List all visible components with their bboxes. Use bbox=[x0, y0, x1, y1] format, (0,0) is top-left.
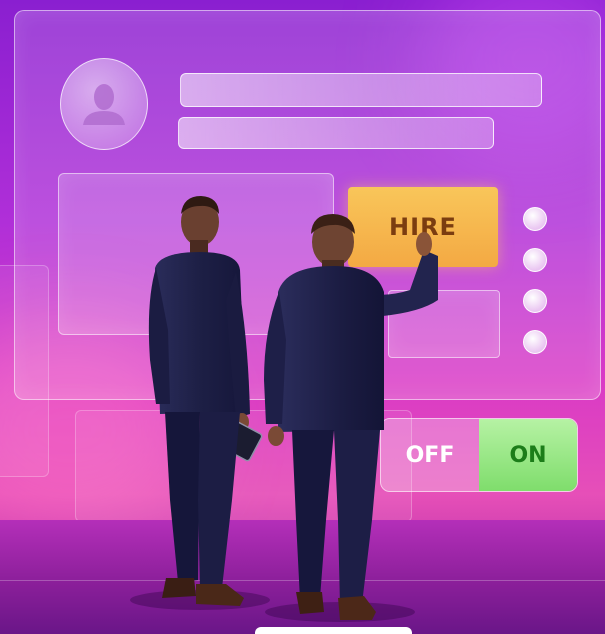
businessman-left bbox=[148, 196, 263, 606]
businessmen-figures bbox=[130, 196, 438, 622]
businessman-right bbox=[264, 214, 438, 620]
scene: HIRE OFF ON bbox=[0, 0, 605, 634]
bottom-tab bbox=[255, 627, 412, 634]
